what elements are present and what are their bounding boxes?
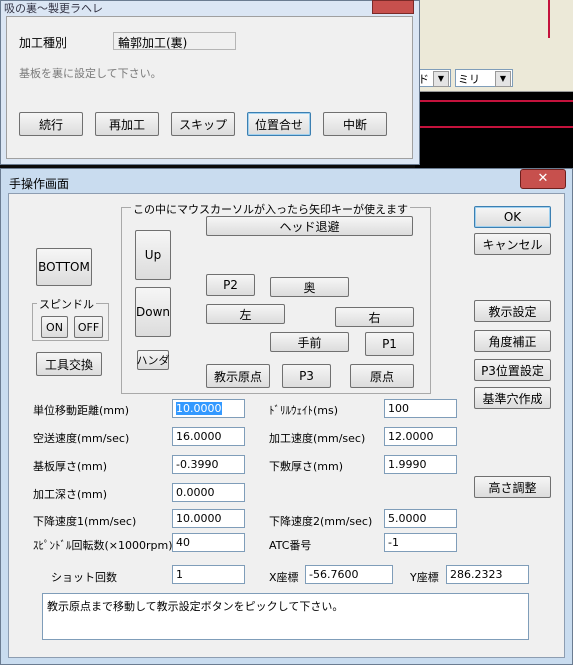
origin-button[interactable]: 原点 [350,364,414,388]
unit-distance-field[interactable]: 10.0000 [172,399,245,418]
process-message: 基板を裏に設定して下さい。 [19,67,162,80]
atc-number-field[interactable]: -1 [384,533,457,552]
p1-button[interactable]: P1 [365,332,414,356]
cancel-button[interactable]: キャンセル [474,233,551,255]
background-red-line [415,126,573,128]
down-button[interactable]: Down [135,287,171,337]
bottom-button[interactable]: BOTTOM [36,248,92,286]
background-toolbar: ド ▼ ミリ ▼ [415,38,573,92]
param-label: ATC番号 [269,539,312,552]
kind-value: 輪郭加工(裏) [113,32,236,50]
skip-button[interactable]: スキップ [171,112,235,136]
board-thickness-field[interactable]: -0.3990 [172,455,245,474]
process-dialog-title: 吸の裏〜製更ラヘレ [4,2,103,15]
manual-operation-title: 手操作画面 [9,177,70,191]
up-button[interactable]: Up [135,230,171,280]
angle-correction-button[interactable]: 角度補正 [474,330,551,352]
back-button[interactable]: 奥 [270,277,349,297]
close-button[interactable]: ✕ [520,169,566,189]
underlay-thickness-field[interactable]: 1.9990 [384,455,457,474]
teach-origin-button[interactable]: 教示原点 [206,364,270,388]
front-button[interactable]: 手前 [270,332,349,352]
param-label: 基板厚さ(mm) [33,460,108,473]
param-label: 下敷厚さ(mm) [269,460,344,473]
left-button[interactable]: 左 [206,304,285,324]
height-adjust-button[interactable]: 高さ調整 [474,476,551,498]
param-label: 加工速度(mm/sec) [269,432,366,445]
solder-button[interactable]: ハンダ [137,350,170,370]
reference-hole-button[interactable]: 基準穴作成 [474,387,551,409]
arrow-key-group-label: この中にマウスカーソルが入ったら矢印キーが使えます [131,201,410,217]
drill-wait-field[interactable]: 100 [384,399,457,418]
background-red-line [415,100,573,102]
kind-label: 加工種別 [19,36,68,50]
align-button[interactable]: 位置合せ [247,112,311,136]
abort-button[interactable]: 中断 [323,112,387,136]
continue-button[interactable]: 続行 [19,112,83,136]
x-coordinate-field[interactable]: -56.7600 [305,565,393,584]
x-coordinate-label: X座標 [269,571,299,584]
spindle-group-label: スピンドル [37,296,96,312]
background-combo-2[interactable]: ミリ ▼ [455,69,513,87]
rapid-speed-field[interactable]: 16.0000 [172,427,245,446]
reprocess-button[interactable]: 再加工 [95,112,159,136]
param-label: 加工深さ(mm) [33,488,108,501]
head-retract-button[interactable]: ヘッド退避 [206,216,413,236]
background-canvas [415,92,573,172]
p3-position-setting-button[interactable]: P3位置設定 [474,359,551,381]
y-coordinate-field[interactable]: 286.2323 [446,565,529,584]
descent-speed-2-field[interactable]: 5.0000 [384,509,457,528]
spindle-off-button[interactable]: OFF [74,316,103,338]
p3-button[interactable]: P3 [282,364,331,388]
background-combo-1[interactable]: ド ▼ [415,69,451,87]
spindle-rpm-field[interactable]: 40 [172,533,245,552]
descent-speed-1-field[interactable]: 10.0000 [172,509,245,528]
y-coordinate-label: Y座標 [410,571,439,584]
ok-button[interactable]: OK [474,206,551,228]
shot-count-field[interactable]: 1 [172,565,245,584]
process-dialog-body: 加工種別 輪郭加工(裏) 基板を裏に設定して下さい。 続行 再加工 スキップ 位… [6,16,413,159]
param-label: 下降速度2(mm/sec) [269,515,373,528]
spindle-on-button[interactable]: ON [41,316,68,338]
param-label: 下降速度1(mm/sec) [33,515,137,528]
machining-depth-field[interactable]: 0.0000 [172,483,245,502]
process-dialog-close-button[interactable] [372,0,414,14]
param-label: 空送速度(mm/sec) [33,432,130,445]
p2-button[interactable]: P2 [206,274,255,296]
tool-change-button[interactable]: 工具交換 [36,352,102,376]
param-label: ﾄﾞﾘﾙｳｪｲﾄ(ms) [269,404,339,417]
chevron-down-icon: ▼ [433,71,449,87]
teach-setting-button[interactable]: 教示設定 [474,300,551,322]
chevron-down-icon: ▼ [495,71,511,87]
param-label: 単位移動距離(mm) [33,404,130,417]
close-icon: ✕ [537,171,549,186]
right-button[interactable]: 右 [335,307,414,327]
param-label: ｽﾋﾟﾝﾄﾞﾙ回転数(×1000rpm) [33,539,173,552]
message-box: 教示原点まで移動して教示設定ボタンをピックして下さい。 [42,593,529,640]
param-label: ショット回数 [51,571,117,584]
machining-speed-field[interactable]: 12.0000 [384,427,457,446]
